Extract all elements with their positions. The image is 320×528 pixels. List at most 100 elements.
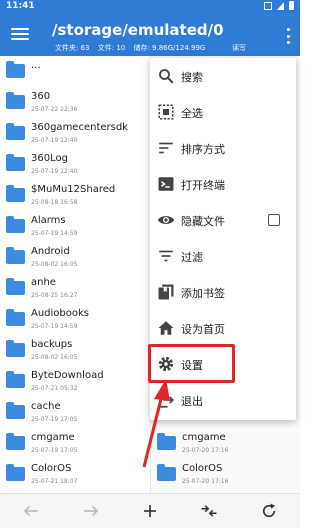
file-name: ... [31, 60, 41, 71]
refresh-icon[interactable] [260, 502, 278, 520]
folder-icon [6, 309, 25, 326]
file-date: 25-07-19 17:05 [31, 447, 78, 454]
bookmark-icon [158, 284, 174, 300]
menu-item-label: 隐藏文件 [181, 215, 225, 228]
folder-icon [6, 371, 25, 388]
file-date: 25-08-02 16:05 [31, 354, 78, 361]
bottom-toolbar [0, 493, 300, 528]
folder-count: 文件夹: 63 [55, 44, 90, 52]
home-icon [158, 321, 174, 335]
wifi-icon [277, 1, 284, 10]
plus-icon[interactable] [141, 502, 159, 520]
file-name: cmgame [182, 432, 226, 443]
annotation-arrow-icon [142, 379, 170, 468]
list-item[interactable]: ... [0, 56, 150, 87]
list-item[interactable]: Audiobooks 25-07-19 14:59 [0, 304, 150, 335]
file-date: 25-07-21 05:32 [31, 385, 78, 392]
swap-panes-icon[interactable] [200, 502, 218, 520]
back-arrow-icon[interactable] [22, 502, 40, 520]
terminal-icon [158, 177, 174, 191]
list-item[interactable]: Alarms 25-07-19 14:59 [0, 211, 150, 242]
file-date: 25-07-20 17:16 [182, 447, 229, 454]
filter-icon [159, 250, 173, 262]
menu-item-label: 添加书签 [181, 287, 225, 300]
file-name: Audiobooks [31, 308, 90, 319]
list-item[interactable]: anhe 25-08-25 16:27 [0, 273, 150, 304]
folder-icon [6, 340, 25, 357]
file-name: 360 [31, 91, 51, 102]
folder-icon [6, 464, 25, 481]
menu-item-terminal[interactable]: 打开终端 [150, 166, 296, 202]
menu-item-label: 退出 [181, 395, 203, 408]
menu-item-hidden-files[interactable]: 隐藏文件 [150, 202, 296, 238]
hamburger-menu-icon[interactable] [9, 25, 31, 45]
list-item[interactable]: cache 25-07-19 17:05 [0, 397, 150, 428]
folder-icon [6, 61, 25, 78]
select-all-icon [158, 104, 174, 120]
permission-label: 读写 [232, 44, 246, 52]
folder-icon [6, 92, 25, 109]
list-item[interactable]: $MuMu12Shared 25-08-18 16:58 [0, 180, 150, 211]
file-name: Android [31, 246, 70, 257]
menu-item-select-all[interactable]: 全选 [150, 94, 296, 130]
menu-item-label: 打开终端 [181, 179, 225, 192]
file-name: 360Log [31, 153, 68, 164]
folder-icon [6, 154, 25, 171]
folder-icon [6, 433, 25, 450]
menu-item-filter[interactable]: 过滤 [150, 238, 296, 274]
menu-item-label: 设为首页 [181, 323, 225, 336]
menu-item-label: 搜索 [181, 71, 203, 84]
file-date: 25-07-19 12:40 [31, 137, 78, 144]
signal-box-icon [264, 1, 272, 10]
file-name: anhe [31, 277, 56, 288]
sort-icon [159, 142, 173, 154]
folder-icon [6, 278, 25, 295]
list-item[interactable]: backups 25-08-02 16:05 [0, 335, 150, 366]
hidden-files-checkbox[interactable] [268, 214, 280, 226]
menu-item-search[interactable]: 搜索 [150, 58, 296, 94]
list-item[interactable]: 360Log 25-07-19 12:40 [0, 149, 150, 180]
list-item[interactable]: 360gamecentersdk 25-07-19 12:40 [0, 118, 150, 149]
status-bar: 11:41 [0, 0, 300, 14]
forward-arrow-icon[interactable] [82, 502, 100, 520]
file-date: 25-07-19 14:59 [31, 230, 78, 237]
list-item[interactable]: ByteDownload 25-07-21 05:32 [0, 366, 150, 397]
eye-icon [157, 216, 175, 224]
list-item[interactable]: Android 25-08-02 16:05 [0, 242, 150, 273]
overflow-menu-icon[interactable] [283, 26, 293, 46]
list-item[interactable]: cmgame 25-07-19 17:05 [0, 428, 150, 459]
list-item[interactable]: 360 25-07-22 22:36 [0, 87, 150, 118]
menu-item-label: 过滤 [181, 251, 203, 264]
file-date: 25-07-19 14:59 [31, 323, 78, 330]
file-date: 25-08-18 16:58 [31, 199, 78, 206]
status-time: 11:41 [6, 1, 35, 11]
battery-icon [289, 1, 294, 10]
app-toolbar: /storage/emulated/0 文件夹: 63 文件: 10 储存: 9… [0, 14, 300, 56]
file-count: 文件: 10 [97, 44, 126, 52]
menu-item-set-home[interactable]: 设为首页 [150, 310, 296, 346]
folder-icon [6, 402, 25, 419]
current-path: /storage/emulated/0 [52, 21, 224, 39]
file-date: 25-08-25 16:27 [31, 292, 78, 299]
folder-icon [6, 123, 25, 140]
menu-item-add-bookmark[interactable]: 添加书签 [150, 274, 296, 310]
file-name: $MuMu12Shared [31, 184, 116, 195]
file-name: ColorOS [31, 463, 72, 474]
menu-item-label: 排序方式 [181, 143, 225, 156]
file-date: 25-08-02 16:05 [31, 261, 78, 268]
file-date: 25-07-22 22:36 [31, 106, 78, 113]
file-name: cmgame [31, 432, 75, 443]
list-item[interactable]: ColorOS 25-07-21 18:07 [0, 459, 150, 490]
file-name: backups [31, 339, 73, 350]
file-name: cache [31, 401, 61, 412]
file-name: ColorOS [182, 463, 223, 474]
menu-item-sort[interactable]: 排序方式 [150, 130, 296, 166]
folder-icon [6, 185, 25, 202]
file-date: 25-07-21 18:07 [31, 478, 78, 485]
storage-info: 文件夹: 63 文件: 10 储存: 9.86G/124.99G 读写 [55, 43, 246, 53]
folder-icon [6, 247, 25, 264]
folder-icon [6, 216, 25, 233]
file-date: 25-07-19 17:05 [31, 416, 78, 423]
file-date: 25-07-20 17:16 [182, 478, 229, 485]
file-name: Alarms [31, 215, 66, 226]
